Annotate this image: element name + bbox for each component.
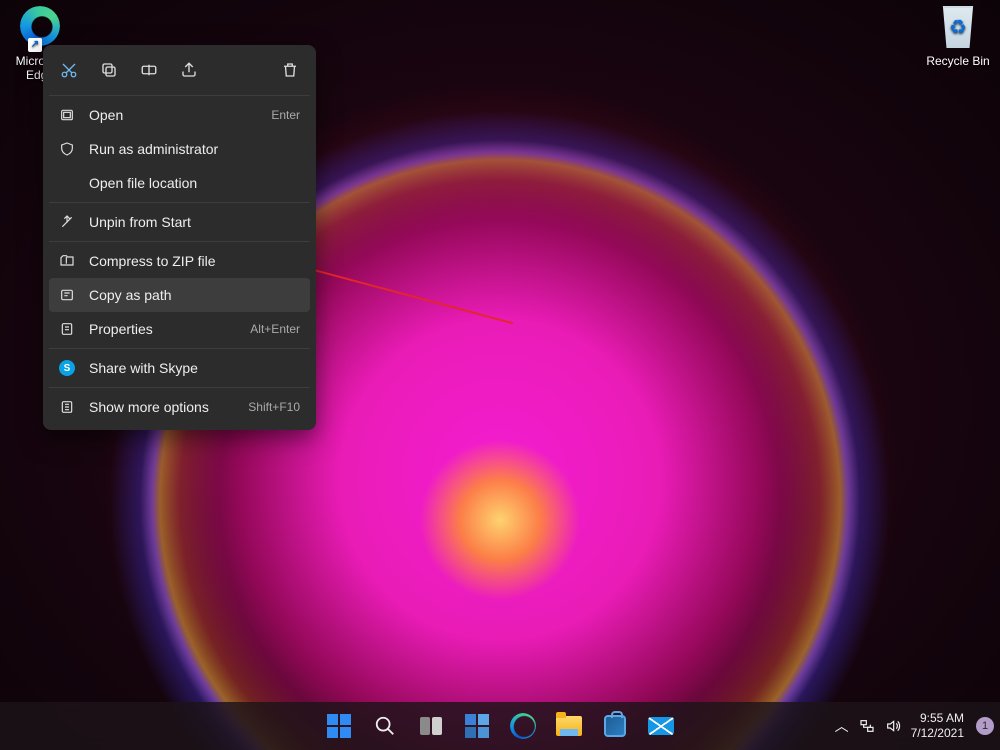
properties-icon xyxy=(59,321,75,337)
recycle-bin-icon: ♻ xyxy=(940,6,976,48)
shield-icon xyxy=(59,141,75,157)
task-view-button[interactable] xyxy=(411,706,451,746)
unpin-icon xyxy=(59,214,75,230)
context-menu-item-label: Compress to ZIP file xyxy=(89,253,300,269)
context-menu-item-label: Properties xyxy=(89,321,236,337)
context-menu-item-label: Run as administrator xyxy=(89,141,300,157)
volume-icon[interactable] xyxy=(885,718,901,734)
context-menu-item-compress-zip[interactable]: Compress to ZIP file xyxy=(49,244,310,278)
context-menu-item-shortcut: Shift+F10 xyxy=(248,400,300,414)
start-button[interactable] xyxy=(319,706,359,746)
edge-icon xyxy=(510,713,536,739)
search-button[interactable] xyxy=(365,706,405,746)
context-menu-separator xyxy=(49,202,310,203)
scissors-icon xyxy=(60,61,78,79)
widgets-icon xyxy=(465,714,489,738)
trash-icon xyxy=(281,61,299,79)
copy-icon xyxy=(100,61,118,79)
windows-logo-icon xyxy=(327,714,351,738)
context-menu-item-label: Open file location xyxy=(89,175,300,191)
task-view-icon xyxy=(420,717,442,735)
context-menu-item-copy-as-path[interactable]: Copy as path xyxy=(49,278,310,312)
desktop[interactable]: Microsoft Edge ♻ Recycle Bin xyxy=(0,0,1000,750)
more-options-icon xyxy=(59,399,75,415)
context-menu-item-label: Unpin from Start xyxy=(89,214,300,230)
context-menu-item-shortcut: Enter xyxy=(271,108,300,122)
tray-date: 7/12/2021 xyxy=(911,726,964,741)
context-menu-item-label: Copy as path xyxy=(89,287,300,303)
context-menu-item-run-as-admin[interactable]: Run as administrator xyxy=(49,132,310,166)
tray-time: 9:55 AM xyxy=(911,711,964,726)
context-menu-item-label: Share with Skype xyxy=(89,360,300,376)
taskbar-app-mail[interactable] xyxy=(641,706,681,746)
context-menu-item-share-skype[interactable]: S Share with Skype xyxy=(49,351,310,385)
context-menu-separator xyxy=(49,241,310,242)
taskbar-app-store[interactable] xyxy=(595,706,635,746)
rename-icon xyxy=(140,61,158,79)
context-menu-item-show-more-options[interactable]: Show more options Shift+F10 xyxy=(49,390,310,424)
context-menu-separator xyxy=(49,95,310,96)
microsoft-store-icon xyxy=(604,715,626,737)
taskbar-app-edge[interactable] xyxy=(503,706,543,746)
tray-overflow-button[interactable]: ︿ xyxy=(835,716,849,736)
context-menu-item-open[interactable]: Open Enter xyxy=(49,98,310,132)
cut-button[interactable] xyxy=(51,53,87,87)
file-explorer-icon xyxy=(556,716,582,736)
desktop-icon-recycle-bin-label: Recycle Bin xyxy=(920,54,996,68)
context-menu-top-row xyxy=(49,51,310,93)
notification-center-button[interactable]: 1 xyxy=(976,717,994,735)
search-icon xyxy=(374,715,396,737)
context-menu-item-open-file-location[interactable]: Open file location xyxy=(49,166,310,200)
share-button[interactable] xyxy=(171,53,207,87)
taskbar: ︿ 9:55 AM 7/12/2021 1 xyxy=(0,702,1000,750)
copy-button[interactable] xyxy=(91,53,127,87)
skype-icon: S xyxy=(59,360,75,376)
clock-date[interactable]: 9:55 AM 7/12/2021 xyxy=(911,711,964,741)
context-menu-item-label: Show more options xyxy=(89,399,234,415)
share-icon xyxy=(180,61,198,79)
open-icon xyxy=(59,107,75,123)
network-icon[interactable] xyxy=(859,718,875,734)
taskbar-center xyxy=(319,706,681,746)
shortcut-overlay-icon xyxy=(28,38,42,52)
zip-icon xyxy=(59,253,75,269)
copy-path-icon xyxy=(59,287,75,303)
mail-icon xyxy=(648,717,674,735)
context-menu: Open Enter Run as administrator Open fil… xyxy=(43,45,316,430)
delete-button[interactable] xyxy=(272,53,308,87)
system-tray: ︿ 9:55 AM 7/12/2021 1 xyxy=(835,702,994,750)
context-menu-item-label: Open xyxy=(89,107,257,123)
desktop-icon-recycle-bin[interactable]: ♻ Recycle Bin xyxy=(920,6,996,68)
context-menu-item-properties[interactable]: Properties Alt+Enter xyxy=(49,312,310,346)
context-menu-item-shortcut: Alt+Enter xyxy=(250,322,300,336)
notification-count: 1 xyxy=(982,720,988,732)
rename-button[interactable] xyxy=(131,53,167,87)
taskbar-app-explorer[interactable] xyxy=(549,706,589,746)
context-menu-item-unpin-from-start[interactable]: Unpin from Start xyxy=(49,205,310,239)
context-menu-separator xyxy=(49,387,310,388)
widgets-button[interactable] xyxy=(457,706,497,746)
context-menu-separator xyxy=(49,348,310,349)
